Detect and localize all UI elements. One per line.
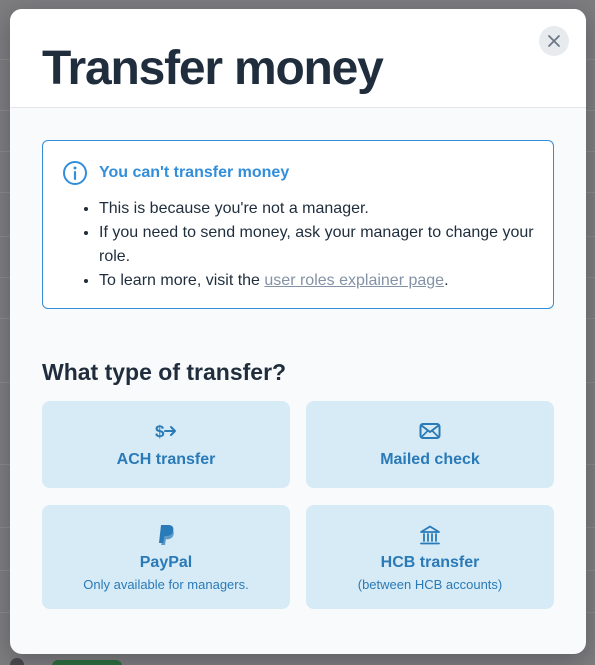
notice-item-learn-more: To learn more, visit the user roles expl… — [99, 269, 539, 293]
paypal-sublabel: Only available for managers. — [83, 577, 249, 592]
learn-more-suffix: . — [444, 272, 449, 289]
close-icon — [548, 35, 560, 47]
background-badge — [52, 660, 122, 665]
paypal-label: PayPal — [139, 554, 193, 571]
hcb-transfer-sublabel: (between HCB accounts) — [357, 577, 503, 592]
ach-transfer-option[interactable]: $ ACH transfer — [42, 401, 290, 488]
hcb-transfer-option[interactable]: HCB transfer (between HCB accounts) — [306, 505, 554, 609]
background-avatar — [10, 658, 24, 665]
modal-title: Transfer money — [42, 42, 384, 95]
mail-icon — [419, 423, 441, 439]
user-roles-explainer-link[interactable]: user roles explainer page — [264, 272, 444, 289]
modal-header: Transfer money — [10, 9, 586, 108]
notice-item: This is because you're not a manager. — [99, 197, 539, 221]
close-button[interactable] — [539, 26, 569, 56]
notice-title: You can't transfer money — [99, 164, 290, 181]
transfer-money-modal: Transfer money You can't transfer money … — [10, 9, 586, 654]
bank-icon — [420, 525, 440, 545]
paypal-option[interactable]: PayPal Only available for managers. — [42, 505, 290, 609]
transfer-type-heading: What type of transfer? — [42, 359, 287, 385]
mailed-check-option[interactable]: Mailed check — [306, 401, 554, 488]
notice-list: This is because you're not a manager. If… — [77, 197, 539, 293]
ach-transfer-icon: $ — [155, 422, 176, 441]
mailed-check-label: Mailed check — [380, 451, 480, 468]
ach-transfer-label: ACH transfer — [116, 451, 216, 468]
svg-text:$: $ — [155, 422, 165, 441]
hcb-transfer-label: HCB transfer — [380, 554, 480, 571]
permission-notice: You can't transfer money This is because… — [42, 140, 554, 309]
info-icon — [63, 161, 87, 185]
paypal-icon — [159, 525, 174, 545]
learn-more-prefix: To learn more, visit the — [99, 272, 265, 289]
notice-item: If you need to send money, ask your mana… — [99, 221, 539, 269]
